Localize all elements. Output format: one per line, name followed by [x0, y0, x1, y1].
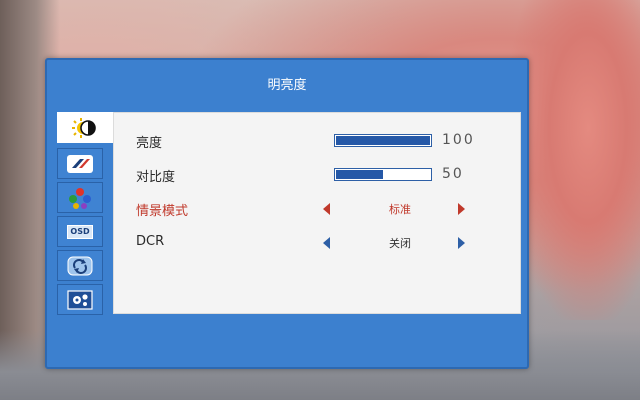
tab-picture[interactable] — [57, 148, 103, 179]
osd-menu-window: 明亮度 OSD 亮度 100 对比度 50 情景模式 标准 DCR 关闭 — [45, 58, 529, 369]
brightness-label: 亮度 — [136, 136, 163, 151]
menu-tab-bar: OSD — [57, 112, 113, 315]
menu-title: 明亮度 — [267, 78, 307, 93]
brightness-slider[interactable] — [334, 134, 432, 147]
scene-mode-label: 情景模式 — [136, 204, 189, 219]
color-icon — [66, 187, 94, 209]
tab-setup[interactable] — [57, 284, 103, 315]
contrast-label: 对比度 — [136, 170, 176, 185]
dcr-value: 关闭 — [389, 237, 411, 250]
contrast-slider[interactable] — [334, 168, 432, 181]
background-foliage — [510, 0, 640, 320]
scene-mode-right-arrow-icon[interactable] — [458, 203, 465, 215]
brightness-value: 100 — [442, 132, 475, 148]
settings-panel: 亮度 100 对比度 50 情景模式 标准 DCR 关闭 — [113, 112, 521, 314]
tab-reset[interactable] — [57, 250, 103, 281]
tab-osd[interactable]: OSD — [57, 216, 103, 247]
dcr-right-arrow-icon[interactable] — [458, 237, 465, 249]
dcr-row[interactable]: DCR 关闭 — [114, 231, 520, 255]
scene-mode-left-arrow-icon[interactable] — [323, 203, 330, 215]
picture-mode-icon — [66, 154, 94, 174]
reset-icon — [66, 256, 94, 276]
dcr-label: DCR — [136, 234, 165, 249]
contrast-value: 50 — [442, 166, 464, 182]
contrast-slider-fill — [336, 170, 383, 179]
tab-color[interactable] — [57, 182, 103, 213]
dcr-left-arrow-icon[interactable] — [323, 237, 330, 249]
osd-settings-icon: OSD — [66, 222, 94, 242]
tab-brightness[interactable] — [57, 112, 113, 143]
scene-mode-value: 标准 — [389, 203, 411, 216]
setup-icon — [66, 289, 94, 310]
scene-mode-row[interactable]: 情景模式 标准 — [114, 197, 520, 221]
contrast-row[interactable]: 对比度 50 — [114, 163, 520, 187]
brightness-contrast-icon — [71, 117, 99, 138]
brightness-slider-fill — [336, 136, 430, 145]
brightness-row[interactable]: 亮度 100 — [114, 129, 520, 153]
